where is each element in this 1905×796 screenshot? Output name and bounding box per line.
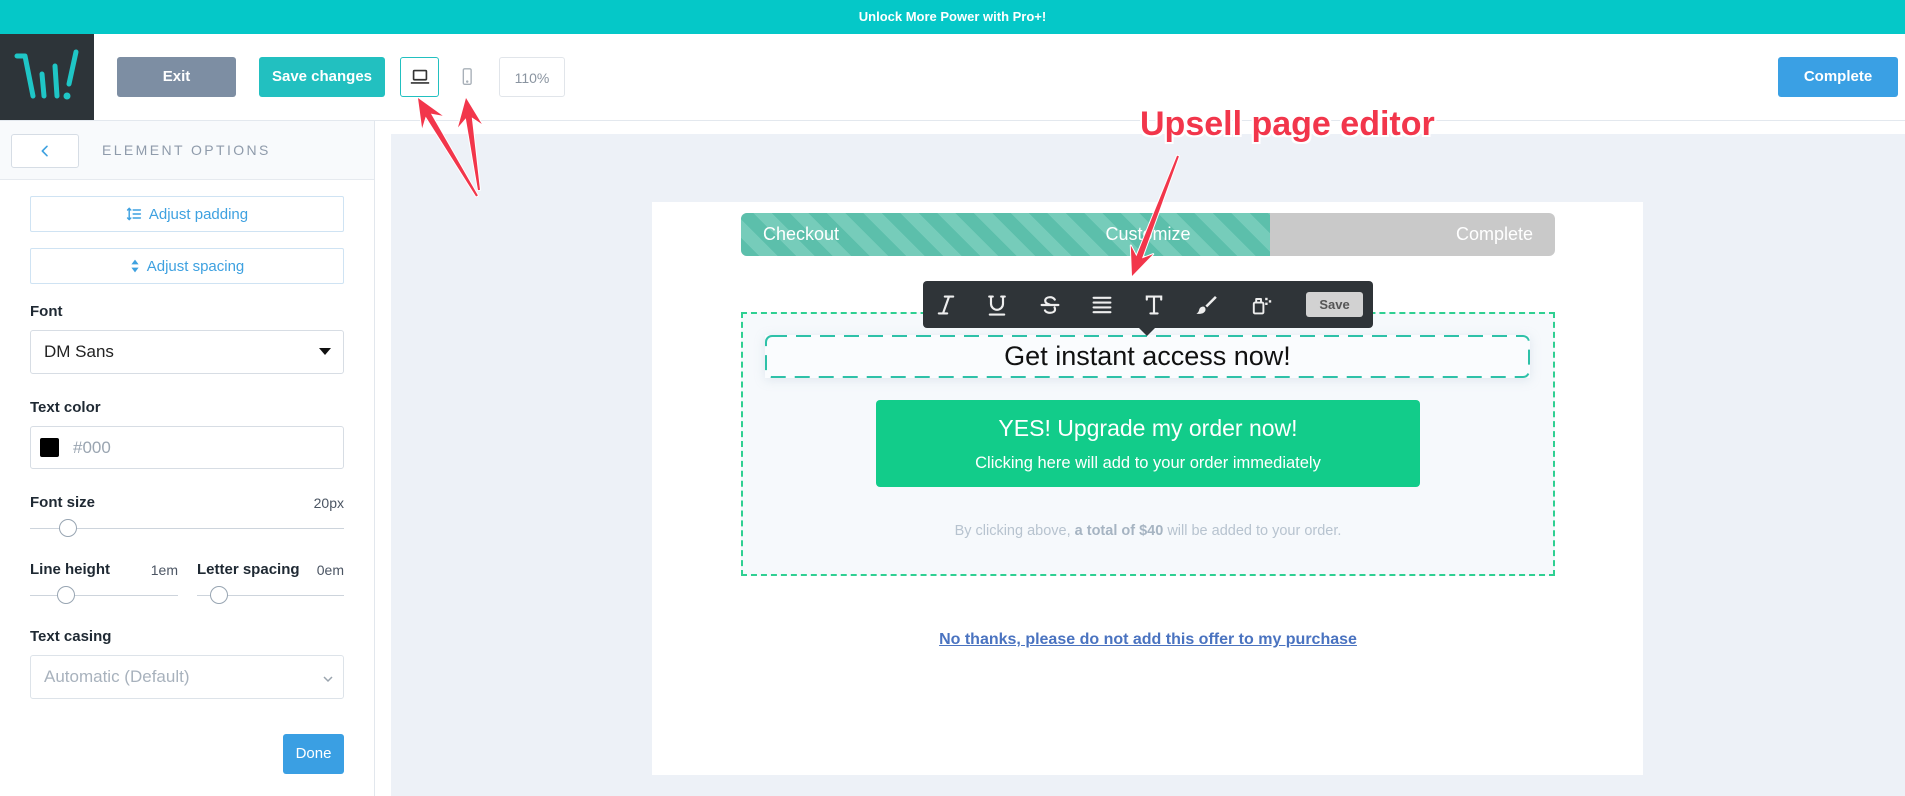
fine-print-end: will be added to your order. <box>1163 523 1342 539</box>
promo-banner-text[interactable]: Unlock More Power with Pro+! <box>859 9 1046 24</box>
adjust-padding-button[interactable]: Adjust padding <box>30 196 344 232</box>
offer-heading[interactable]: Get instant access now! <box>765 335 1530 378</box>
desktop-view-button[interactable] <box>400 57 439 97</box>
upgrade-order-button[interactable]: YES! Upgrade my order now! Clicking here… <box>876 400 1420 487</box>
toolbar-save-button[interactable]: Save <box>1306 292 1363 317</box>
paint-bucket-icon[interactable] <box>1249 293 1273 317</box>
toolbar-pointer <box>1139 328 1155 336</box>
text-color-field[interactable] <box>30 426 344 469</box>
cta-title: YES! Upgrade my order now! <box>998 415 1298 441</box>
font-label: Font <box>30 303 63 320</box>
zoom-level[interactable]: 110% <box>499 57 565 97</box>
complete-button[interactable]: Complete <box>1778 57 1898 97</box>
selected-heading-element[interactable]: Get instant access now! <box>765 335 1530 378</box>
sort-icon <box>131 259 139 273</box>
line-height-value: 1em <box>150 562 178 578</box>
font-size-label: Font size <box>30 494 96 511</box>
panel-title: ELEMENT OPTIONS <box>102 142 271 158</box>
text-color-input[interactable] <box>71 427 321 468</box>
chevron-down-icon <box>323 676 333 683</box>
cta-subtitle: Clicking here will add to your order imm… <box>975 454 1321 472</box>
line-height-slider-thumb[interactable] <box>56 586 75 604</box>
letter-spacing-slider-thumb[interactable] <box>210 586 229 604</box>
adjust-spacing-button[interactable]: Adjust spacing <box>30 248 344 284</box>
font-select-value: DM Sans <box>44 342 114 361</box>
logo-icon <box>14 49 79 100</box>
line-height-slider[interactable] <box>30 586 178 604</box>
strikethrough-icon[interactable] <box>1038 293 1062 317</box>
adjust-padding-label: Adjust padding <box>148 205 249 223</box>
letter-spacing-value: 0em <box>316 562 344 578</box>
text-type-icon[interactable] <box>1142 293 1166 317</box>
font-size-slider-thumb[interactable] <box>58 519 77 537</box>
color-swatch[interactable] <box>40 438 59 457</box>
decline-offer-link[interactable]: No thanks, please do not add this offer … <box>741 630 1555 650</box>
text-casing-value: Automatic (Default) <box>44 667 190 686</box>
text-casing-select[interactable]: Automatic (Default) <box>30 655 344 699</box>
font-size-row: Font size 20px <box>30 494 344 512</box>
letter-spacing-slider[interactable] <box>197 586 344 604</box>
line-height-row: Line height 1em <box>30 561 178 579</box>
exit-button[interactable]: Exit <box>117 57 236 97</box>
top-toolbar: Exit Save changes 110% Complete <box>0 34 1905 121</box>
back-button[interactable] <box>11 134 79 168</box>
align-justify-icon[interactable] <box>1090 293 1114 317</box>
fine-print-start: By clicking above, <box>954 523 1075 539</box>
element-options-panel: ELEMENT OPTIONS Adjust padding Adjust sp… <box>0 121 375 796</box>
text-color-label: Text color <box>30 399 101 416</box>
checkout-progress-bar: Checkout Customize Complete <box>741 213 1555 256</box>
text-casing-label: Text casing <box>30 628 112 645</box>
fine-print-total: a total of $40 <box>1074 523 1164 539</box>
chevron-left-icon <box>41 145 48 157</box>
progress-step-customize: Customize <box>1105 224 1191 244</box>
underline-icon[interactable] <box>985 293 1009 317</box>
offer-fine-print: By clicking above, a total of $40 will b… <box>741 522 1555 540</box>
font-select[interactable]: DM Sans <box>30 330 344 374</box>
progress-step-complete: Complete <box>1455 224 1533 244</box>
mobile-icon <box>462 68 472 86</box>
line-height-label: Line height <box>30 561 110 578</box>
adjust-spacing-label: Adjust spacing <box>146 257 245 275</box>
font-size-value: 20px <box>313 495 344 511</box>
brush-icon[interactable] <box>1194 293 1218 317</box>
annotation-label: Upsell page editor <box>1140 105 1435 143</box>
caret-down-icon <box>319 348 331 355</box>
mobile-view-button[interactable] <box>451 57 483 97</box>
letter-spacing-row: Letter spacing 0em <box>197 561 344 579</box>
save-changes-button[interactable]: Save changes <box>259 57 385 97</box>
line-height-icon <box>126 207 141 221</box>
letter-spacing-label: Letter spacing <box>197 561 300 578</box>
done-button[interactable]: Done <box>283 734 344 774</box>
app-logo[interactable] <box>0 34 94 120</box>
laptop-icon <box>410 69 429 84</box>
text-format-toolbar: Save <box>923 281 1373 336</box>
panel-header: ELEMENT OPTIONS <box>0 121 374 180</box>
promo-banner[interactable]: Unlock More Power with Pro+! <box>0 0 1905 34</box>
font-size-slider[interactable] <box>30 519 344 537</box>
italic-icon[interactable] <box>934 293 958 317</box>
